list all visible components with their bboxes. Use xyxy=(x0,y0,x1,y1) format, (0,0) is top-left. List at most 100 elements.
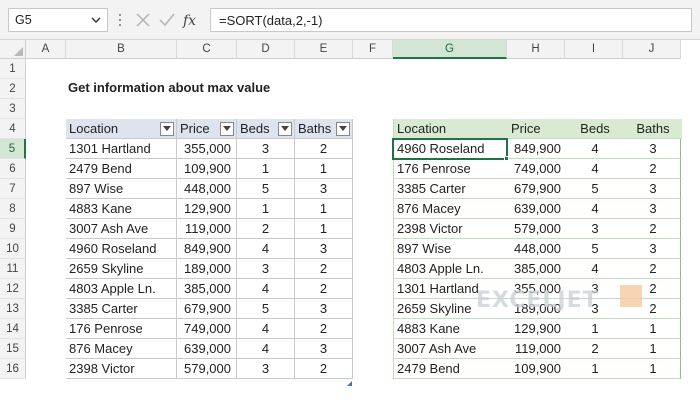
table-cell[interactable]: 355,000 xyxy=(177,139,237,159)
drag-handle-icon[interactable] xyxy=(118,12,122,28)
table-cell[interactable]: 3007 Ash Ave xyxy=(394,339,508,359)
table-cell[interactable]: 897 Wise xyxy=(66,179,177,199)
table-cell[interactable]: 119,000 xyxy=(508,339,566,359)
table-cell[interactable]: 2398 Victor xyxy=(66,359,177,379)
table-cell[interactable]: 3 xyxy=(237,139,295,159)
table-cell[interactable]: 1 xyxy=(624,359,682,379)
table-cell[interactable]: 1 xyxy=(295,219,353,239)
fill-handle[interactable] xyxy=(504,156,509,161)
table-cell[interactable]: 1 xyxy=(624,319,682,339)
column-header-i[interactable]: I xyxy=(565,40,623,59)
row-header-12[interactable]: 12 xyxy=(0,279,26,299)
table-cell[interactable]: 849,900 xyxy=(508,139,566,159)
filter-dropdown-button[interactable] xyxy=(160,122,174,136)
table-cell[interactable]: 4 xyxy=(237,279,295,299)
row-header-13[interactable]: 13 xyxy=(0,299,26,319)
cancel-x-icon[interactable] xyxy=(132,10,154,30)
table-cell[interactable]: 2 xyxy=(237,219,295,239)
table-cell[interactable]: 579,000 xyxy=(508,219,566,239)
table-cell[interactable]: 1 xyxy=(624,339,682,359)
table-cell[interactable]: 5 xyxy=(237,179,295,199)
table-cell[interactable]: 1 xyxy=(566,319,624,339)
column-header-c[interactable]: C xyxy=(177,40,237,59)
row-header-2[interactable]: 2 xyxy=(0,79,26,99)
table-cell[interactable]: 2 xyxy=(295,359,353,379)
column-header-h[interactable]: H xyxy=(507,40,565,59)
table-cell[interactable]: 4803 Apple Ln. xyxy=(66,279,177,299)
table-cell[interactable]: 4883 Kane xyxy=(394,319,508,339)
table-cell[interactable]: 448,000 xyxy=(508,239,566,259)
worksheet-grid[interactable]: Get information about max value Location… xyxy=(26,59,700,400)
table-cell[interactable]: 639,000 xyxy=(177,339,237,359)
table-cell[interactable]: 2398 Victor xyxy=(394,219,508,239)
table-cell[interactable]: 3 xyxy=(237,259,295,279)
table-cell[interactable]: 119,000 xyxy=(177,219,237,239)
column-header-j[interactable]: J xyxy=(623,40,681,59)
table-cell[interactable]: 1 xyxy=(295,159,353,179)
table-cell[interactable]: 109,900 xyxy=(177,159,237,179)
row-header-8[interactable]: 8 xyxy=(0,199,26,219)
table-cell[interactable]: 749,000 xyxy=(508,159,566,179)
column-header-d[interactable]: D xyxy=(237,40,295,59)
table-cell[interactable]: 3385 Carter xyxy=(394,179,508,199)
table-cell[interactable]: 876 Macey xyxy=(66,339,177,359)
column-header-f[interactable]: F xyxy=(353,40,393,59)
table-cell[interactable]: 3385 Carter xyxy=(66,299,177,319)
filter-dropdown-button[interactable] xyxy=(336,122,350,136)
table-cell[interactable]: 4 xyxy=(566,139,624,159)
table-cell[interactable]: 1 xyxy=(237,199,295,219)
table-cell[interactable]: 4 xyxy=(237,339,295,359)
table-cell[interactable]: 1 xyxy=(295,199,353,219)
table-cell[interactable]: 1 xyxy=(566,359,624,379)
row-header-1[interactable]: 1 xyxy=(0,59,26,79)
table-cell[interactable]: 876 Macey xyxy=(394,199,508,219)
row-header-9[interactable]: 9 xyxy=(0,219,26,239)
table-cell[interactable]: 3 xyxy=(295,179,353,199)
table-cell[interactable]: 1301 Hartland xyxy=(66,139,177,159)
row-header-7[interactable]: 7 xyxy=(0,179,26,199)
table-cell[interactable]: 385,000 xyxy=(508,259,566,279)
row-header-14[interactable]: 14 xyxy=(0,319,26,339)
table-cell[interactable]: 4883 Kane xyxy=(66,199,177,219)
select-all-corner[interactable] xyxy=(0,40,26,59)
table-cell[interactable]: 749,000 xyxy=(177,319,237,339)
table-cell[interactable]: 4 xyxy=(566,199,624,219)
row-header-4[interactable]: 4 xyxy=(0,119,26,139)
row-header-10[interactable]: 10 xyxy=(0,239,26,259)
table-cell[interactable]: 176 Penrose xyxy=(394,159,508,179)
table-cell[interactable]: 189,000 xyxy=(177,259,237,279)
row-header-11[interactable]: 11 xyxy=(0,259,26,279)
table-cell[interactable]: 3 xyxy=(624,179,682,199)
table-cell[interactable]: 3 xyxy=(295,299,353,319)
table-cell[interactable]: 5 xyxy=(237,299,295,319)
active-cell-selection[interactable] xyxy=(392,138,508,160)
table-cell[interactable]: 5 xyxy=(566,179,624,199)
row-header-5[interactable]: 5 xyxy=(0,139,26,159)
row-header-15[interactable]: 15 xyxy=(0,339,26,359)
table-cell[interactable]: 2659 Skyline xyxy=(66,259,177,279)
table-cell[interactable]: 2 xyxy=(295,319,353,339)
table-cell[interactable]: 109,900 xyxy=(508,359,566,379)
table-cell[interactable]: 679,900 xyxy=(508,179,566,199)
table-cell[interactable]: 3 xyxy=(295,339,353,359)
name-box[interactable]: G5 xyxy=(8,8,108,32)
table-cell[interactable]: 2479 Bend xyxy=(66,159,177,179)
chevron-down-icon[interactable] xyxy=(88,12,104,28)
table-cell[interactable]: 3 xyxy=(624,199,682,219)
filter-dropdown-button[interactable] xyxy=(220,122,234,136)
column-header-b[interactable]: B xyxy=(66,40,177,59)
table-cell[interactable]: 2 xyxy=(295,259,353,279)
table-cell[interactable]: 2 xyxy=(624,259,682,279)
table-cell[interactable]: 448,000 xyxy=(177,179,237,199)
table-cell[interactable]: 5 xyxy=(566,239,624,259)
table-cell[interactable]: 2 xyxy=(295,139,353,159)
table-cell[interactable]: 4960 Roseland xyxy=(66,239,177,259)
table-cell[interactable]: 1 xyxy=(237,159,295,179)
table-cell[interactable]: 2 xyxy=(295,279,353,299)
table-cell[interactable]: 2 xyxy=(624,159,682,179)
table-cell[interactable]: 4 xyxy=(566,159,624,179)
table-cell[interactable]: 129,900 xyxy=(508,319,566,339)
column-header-g[interactable]: G xyxy=(393,40,507,59)
table-cell[interactable]: 2 xyxy=(566,339,624,359)
table-cell[interactable]: 3 xyxy=(624,139,682,159)
